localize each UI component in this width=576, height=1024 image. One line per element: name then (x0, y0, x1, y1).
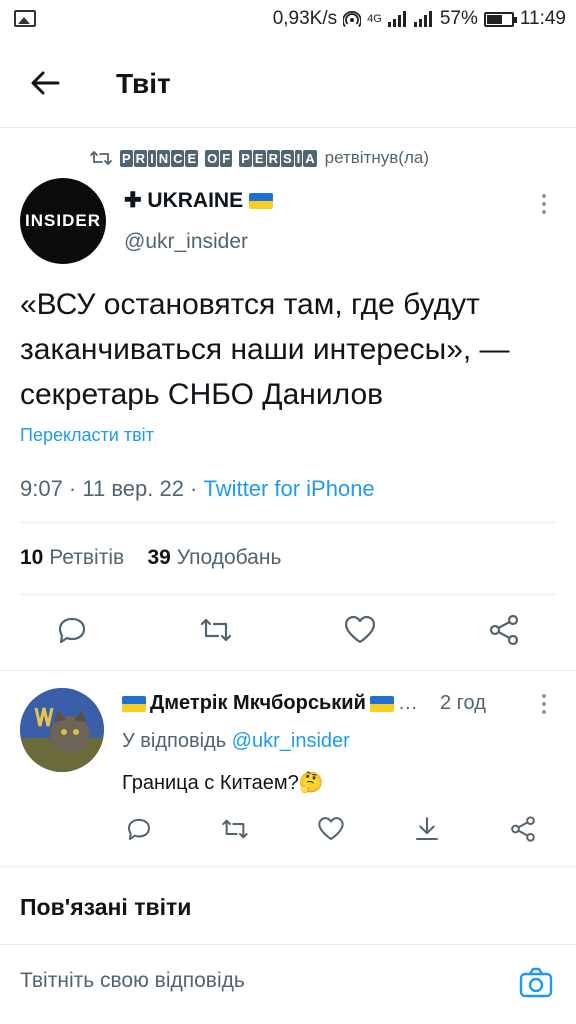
retweeter-letter: O (205, 149, 220, 167)
gallery-notification-icon (14, 10, 36, 27)
network-type: 4G (367, 13, 382, 25)
reply-input[interactable] (20, 961, 500, 1001)
reply-like-icon[interactable] (316, 814, 346, 844)
author-name-text: ✚ UKRAINE (124, 189, 244, 212)
reply-text: Граница с Китаем?🤔 (122, 772, 324, 794)
retweeter-letter (199, 150, 204, 167)
status-right: 0,93K/s 4G 57% 11:49 (273, 8, 566, 30)
retweet-action-icon[interactable] (198, 612, 234, 648)
retweeter-letter: S (280, 149, 294, 167)
retweeter-letter: I (148, 149, 156, 167)
battery-icon (483, 11, 517, 27)
like-icon[interactable] (342, 612, 378, 648)
tweet-meta: 9:07 · 11 вер. 22 · Twitter for iPhone (20, 476, 375, 502)
signal-2-icon (413, 11, 434, 27)
author-name[interactable]: ✚ UKRAINE (124, 188, 274, 213)
tweet-text: «ВСУ остановятся там, где будут заканчив… (20, 288, 510, 411)
cat-avatar-icon (20, 688, 104, 772)
related-tweets-heading: Пов'язані твіти (20, 894, 192, 920)
avatar[interactable]: INSIDER (20, 178, 106, 264)
download-icon[interactable] (412, 814, 442, 844)
divider (20, 594, 556, 595)
tweet-actions (0, 612, 576, 656)
retweet-context[interactable]: PRINCE OF PERSIA ретвітнув(ла) (90, 148, 429, 168)
back-arrow-icon[interactable] (28, 66, 62, 100)
reply-time: 2 год (440, 692, 486, 714)
network-speed: 0,93K/s (272, 8, 338, 29)
likes-label[interactable]: Уподобань (177, 546, 282, 569)
section-separator (0, 866, 576, 867)
divider (20, 522, 556, 523)
retweet-suffix: ретвітнув(ла) (324, 148, 429, 167)
retweeter-letter: N (156, 149, 171, 167)
camera-icon[interactable] (518, 965, 554, 1001)
retweeter-letter: R (266, 149, 280, 167)
hotspot-icon (343, 11, 362, 28)
reply-reply-icon[interactable] (124, 814, 154, 844)
source-link[interactable]: Twitter for iPhone (203, 476, 374, 501)
retweets-label[interactable]: Ретвітів (49, 546, 124, 569)
reply-handle-link[interactable]: @ukr_insider (232, 730, 350, 752)
retweeter-letter: E (252, 149, 266, 167)
reply-more-options-icon[interactable] (541, 694, 547, 718)
page-title: Твіт (116, 68, 171, 99)
more-options-icon[interactable] (541, 194, 547, 218)
clock: 11:49 (519, 8, 566, 29)
ukraine-flag-icon (122, 695, 146, 712)
ukraine-flag-icon (249, 192, 274, 209)
translate-link[interactable]: Перекласти твіт (20, 425, 154, 446)
retweeter-letter (233, 150, 238, 167)
retweeter-letter: P (239, 149, 252, 167)
status-bar: 0,93K/s 4G 57% 11:49 (0, 0, 576, 38)
retweeter-letter: A (303, 149, 317, 167)
tweet-stats: 10 Ретвітів 39 Уподобань (20, 546, 281, 570)
retweeter-letter: F (220, 149, 233, 167)
reply-author[interactable]: Дметрік Мкчборський … (122, 692, 418, 715)
replying-to: У відповідь @ukr_insider (122, 730, 350, 753)
retweets-count[interactable]: 10 (20, 546, 43, 569)
name-truncation: … (397, 692, 418, 714)
top-bar: Твіт (0, 38, 576, 128)
compose-bar (0, 944, 576, 1024)
reply-author-name: Дметрік Мкчборський (150, 692, 366, 714)
reply-share-icon[interactable] (508, 814, 538, 844)
reply-prefix: У відповідь (122, 730, 232, 752)
retweeter-letter: E (185, 149, 199, 167)
share-icon[interactable] (486, 612, 522, 648)
retweeter-letter: P (120, 149, 133, 167)
retweeter-letter: C (171, 149, 185, 167)
reply-actions (0, 814, 576, 846)
signal-icon (387, 11, 408, 27)
author-handle[interactable]: @ukr_insider (124, 230, 248, 254)
battery-percent: 57% (439, 8, 478, 29)
retweeter-name: PRINCE OF PERSIA (120, 149, 317, 167)
timestamp: 9:07 · 11 вер. 22 · (20, 476, 204, 501)
retweet-icon (90, 150, 112, 166)
section-separator (0, 670, 576, 671)
reply-avatar[interactable] (20, 688, 104, 772)
retweeter-letter: I (294, 149, 303, 167)
retweeter-letter: R (133, 149, 148, 167)
ukraine-flag-icon (369, 695, 394, 712)
likes-count[interactable]: 39 (148, 546, 171, 569)
avatar-text: INSIDER (25, 211, 101, 230)
reply-retweet-icon[interactable] (220, 814, 250, 844)
reply-icon[interactable] (54, 612, 90, 648)
